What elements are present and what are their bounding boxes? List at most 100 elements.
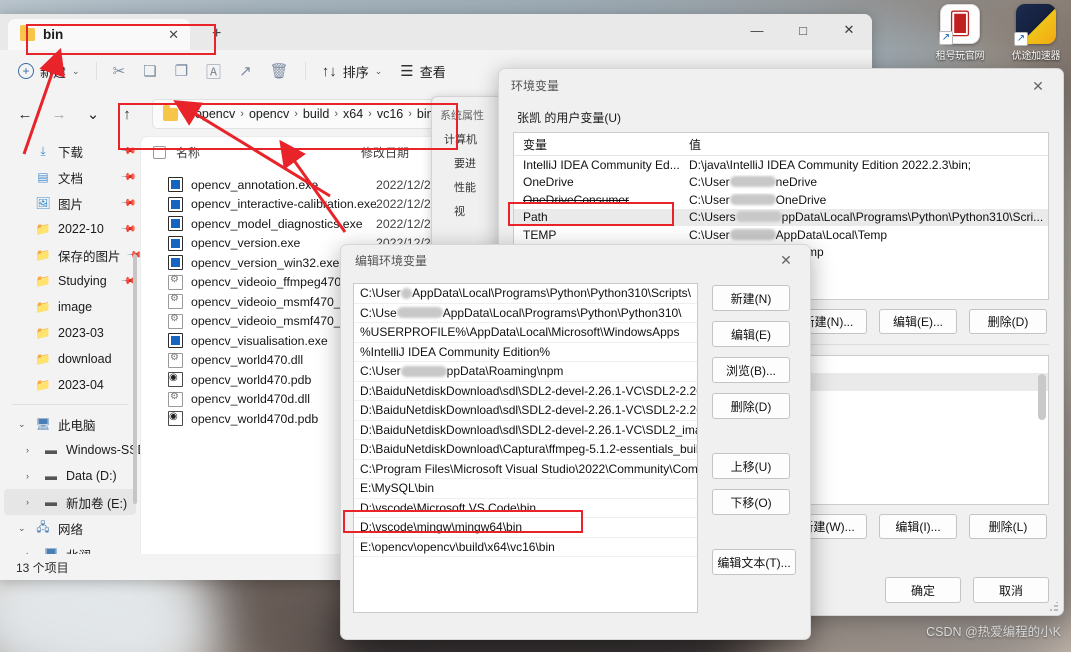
sidebar-item-network[interactable]: ⌄ 🖧 网络 bbox=[0, 515, 140, 541]
move-up-button[interactable]: 上移(U) bbox=[712, 453, 790, 479]
tab-bin[interactable]: bin ✕ bbox=[8, 19, 190, 50]
new-button[interactable]: 新建(N) bbox=[712, 285, 790, 311]
sidebar-item-this-pc[interactable]: ⌄ 🖥 此电脑 bbox=[0, 411, 140, 437]
path-entries-list[interactable]: C:\User AppData\Local\Programs\Python\Pyt… bbox=[353, 283, 698, 613]
breadcrumb-item-opencv-1[interactable]: opencv bbox=[195, 107, 235, 121]
breadcrumb-item-build[interactable]: build bbox=[303, 107, 329, 121]
breadcrumb-item-opencv-2[interactable]: opencv bbox=[249, 107, 289, 121]
user-edit-button[interactable]: 编辑(E)... bbox=[879, 309, 957, 334]
user-delete-button[interactable]: 删除(D) bbox=[969, 309, 1047, 334]
sidebar-item-2022-10[interactable]: 📁 2022-10 📌 bbox=[0, 216, 140, 242]
pin-icon: 📌 bbox=[119, 168, 137, 186]
sidebar-item-2023-04[interactable]: 📁 2023-04 bbox=[0, 372, 140, 398]
close-icon[interactable]: ✕ bbox=[770, 248, 802, 272]
pc-icon: 🖥 bbox=[43, 547, 59, 554]
variable-name: OneDriveConsumer bbox=[523, 192, 630, 207]
system-delete-button[interactable]: 删除(L) bbox=[969, 514, 1047, 539]
sidebar-item-saved-pictures[interactable]: 📁 保存的图片 📌 bbox=[0, 242, 140, 268]
variable-value: C:\User AppData\Local\Temp bbox=[689, 227, 888, 242]
dll-file-icon bbox=[168, 313, 183, 329]
path-entry[interactable]: C:\Use AppData\Local\Programs\Python\Pyth… bbox=[354, 304, 697, 323]
edit-env-buttons: 新建(N) 编辑(E) 浏览(B)... 删除(D) 上移(U) 下移(O) 编… bbox=[712, 283, 796, 613]
desktop-icon-youtu[interactable]: ↗ 优途加速器 bbox=[1007, 4, 1065, 62]
chevron-down-icon[interactable]: ⌄ bbox=[18, 523, 28, 534]
path-entry[interactable]: C:\Program Files\Microsoft Visual Studio… bbox=[354, 460, 697, 479]
sidebar-item-documents[interactable]: ▤ 文档 📌 bbox=[0, 164, 140, 190]
rename-button[interactable]: 🄰 bbox=[198, 56, 229, 86]
sidebar-item-image[interactable]: 📁 image bbox=[0, 294, 140, 320]
edit-text-button[interactable]: 编辑文本(T)... bbox=[712, 549, 796, 575]
sidebar-item-beilan[interactable]: › 🖥 北澜 bbox=[0, 541, 140, 554]
sidebar-item-studying[interactable]: 📁 Studying 📌 bbox=[0, 268, 140, 294]
exe-file-icon bbox=[168, 196, 183, 212]
chevron-right-icon[interactable]: › bbox=[26, 471, 36, 481]
share-button[interactable]: ↗ bbox=[231, 56, 260, 86]
path-entry[interactable]: D:\BaiduNetdiskDownload\sdl\SDL2-devel-2… bbox=[354, 382, 697, 401]
chevron-right-icon[interactable]: › bbox=[26, 549, 36, 554]
path-entry[interactable]: C:\User ppData\Roaming\npm bbox=[354, 362, 697, 382]
view-button[interactable]: ☰ 查看 bbox=[392, 56, 453, 86]
sidebar-item-new-volume-e[interactable]: › ▬ 新加卷 (E:) bbox=[4, 489, 136, 515]
minimize-icon[interactable]: — bbox=[734, 14, 780, 46]
desktop-icon-zuhaowan[interactable]: 🂠 ↗ 租号玩官网 bbox=[931, 4, 989, 62]
table-row[interactable]: OneDriveConsumer C:\User OneDrive bbox=[514, 191, 1048, 209]
path-entry[interactable]: C:\User AppData\Local\Programs\Python\Pyt… bbox=[354, 284, 697, 304]
table-row[interactable]: IntelliJ IDEA Community Ed... D:\java\In… bbox=[514, 156, 1048, 174]
chevron-down-icon[interactable]: ⌄ bbox=[18, 419, 28, 430]
path-entry[interactable]: %IntelliJ IDEA Community Edition% bbox=[354, 343, 697, 362]
system-edit-button[interactable]: 编辑(I)... bbox=[879, 514, 957, 539]
select-all-checkbox[interactable] bbox=[153, 145, 166, 159]
copy-button[interactable]: ❏ bbox=[135, 56, 164, 86]
chevron-right-icon[interactable]: › bbox=[26, 497, 36, 507]
sidebar-item-windows-ssd[interactable]: › ▬ Windows-SSD bbox=[0, 437, 140, 463]
drive-icon: ▬ bbox=[45, 443, 57, 457]
maximize-icon[interactable]: □ bbox=[780, 14, 826, 46]
path-entry[interactable]: %USERPROFILE%\AppData\Local\Microsoft\Wi… bbox=[354, 323, 697, 343]
sidebar-item-downloads[interactable]: ⤓ 下载 📌 bbox=[0, 138, 140, 164]
paste-button[interactable]: ❐ bbox=[167, 56, 196, 86]
sort-button[interactable]: ↑↓ 排序 ⌄ bbox=[314, 56, 391, 86]
new-tab-button[interactable]: + bbox=[204, 25, 229, 43]
chevron-right-icon[interactable]: › bbox=[26, 445, 36, 455]
new-button-label: 新建 bbox=[40, 64, 67, 80]
ok-button[interactable]: 确定 bbox=[885, 577, 961, 603]
folder-icon: 📁 bbox=[35, 378, 51, 392]
close-icon[interactable]: ✕ bbox=[1021, 73, 1055, 99]
exe-file-icon bbox=[168, 235, 183, 251]
path-entry-opencv-bin[interactable]: E:\opencv\opencv\build\x64\vc16\bin bbox=[354, 538, 697, 557]
breadcrumb-item-x64[interactable]: x64 bbox=[343, 107, 363, 121]
path-entry[interactable]: D:\BaiduNetdiskDownload\sdl\SDL2-devel-2… bbox=[354, 401, 697, 421]
path-entry[interactable]: E:\MySQL\bin bbox=[354, 479, 697, 499]
column-header-name[interactable]: 名称 bbox=[176, 144, 361, 161]
sidebar-item-2023-03[interactable]: 📁 2023-03 bbox=[0, 320, 140, 346]
close-icon[interactable]: ✕ bbox=[165, 27, 182, 43]
resize-grip[interactable] bbox=[1049, 602, 1059, 612]
sidebar-item-pictures[interactable]: 🖼 图片 📌 bbox=[0, 190, 140, 216]
cut-button[interactable]: ✂ bbox=[105, 56, 134, 86]
new-button[interactable]: + 新建 ⌄ bbox=[10, 56, 88, 86]
breadcrumb-item-vc16[interactable]: vc16 bbox=[377, 107, 403, 121]
path-entry[interactable]: D:\BaiduNetdiskDownload\sdl\SDL2-devel-2… bbox=[354, 421, 697, 440]
path-entry[interactable]: D:\BaiduNetdiskDownload\Captura\ffmpeg-5… bbox=[354, 440, 697, 460]
move-down-button[interactable]: 下移(O) bbox=[712, 489, 790, 515]
recent-locations-icon[interactable]: ⌄ bbox=[78, 99, 108, 129]
delete-button[interactable]: 删除(D) bbox=[712, 393, 790, 419]
sidebar-scrollbar[interactable] bbox=[133, 254, 137, 504]
forward-icon[interactable]: → bbox=[44, 99, 74, 129]
table-row[interactable]: OneDrive C:\User neDrive bbox=[514, 174, 1048, 192]
system-variables-scrollbar[interactable] bbox=[1038, 374, 1046, 420]
view-icon: ☰ bbox=[400, 63, 414, 80]
sidebar-item-download[interactable]: 📁 download bbox=[0, 346, 140, 372]
edit-button[interactable]: 编辑(E) bbox=[712, 321, 790, 347]
table-row[interactable]: TEMP C:\User AppData\Local\Temp bbox=[514, 226, 1048, 244]
cancel-button[interactable]: 取消 bbox=[973, 577, 1049, 603]
up-icon[interactable]: ↑ bbox=[112, 99, 142, 129]
path-entry[interactable]: D:\vscode\Microsoft VS Code\bin bbox=[354, 499, 697, 518]
sidebar-item-data-d[interactable]: › ▬ Data (D:) bbox=[0, 463, 140, 489]
browse-button[interactable]: 浏览(B)... bbox=[712, 357, 790, 383]
back-icon[interactable]: ← bbox=[10, 99, 40, 129]
delete-button[interactable]: 🗑 bbox=[262, 56, 297, 86]
table-row-path[interactable]: Path C:\Users ppData\Local\Programs\Pytho… bbox=[514, 208, 1048, 226]
path-entry[interactable]: D:\vscode\mingw\mingw64\bin bbox=[354, 518, 697, 538]
close-icon[interactable]: ✕ bbox=[826, 14, 872, 46]
